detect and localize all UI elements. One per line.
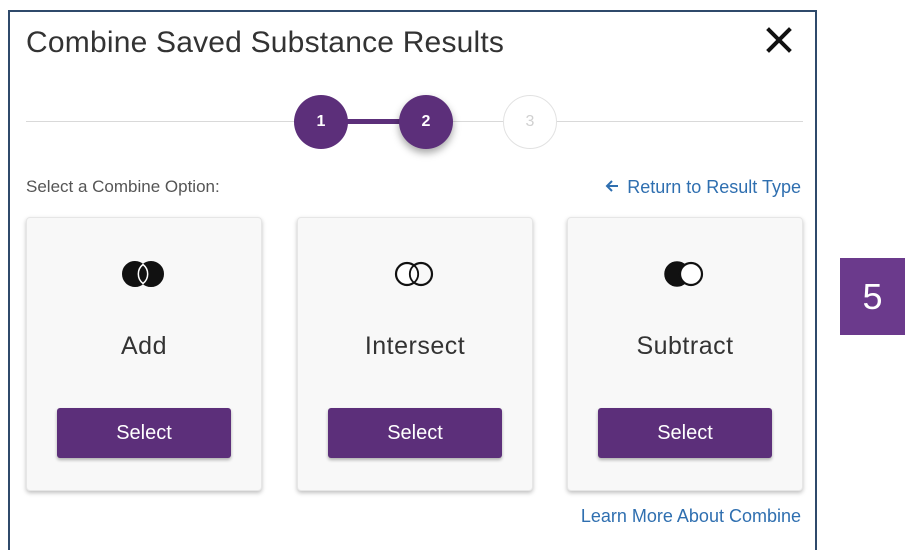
select-intersect-button[interactable]: Select [328, 408, 502, 458]
option-name-intersect: Intersect [364, 332, 466, 360]
return-link-label: Return to Result Type [627, 177, 801, 197]
select-subtract-button[interactable]: Select [598, 408, 772, 458]
return-to-result-type-link[interactable]: Return to Result Type [605, 177, 801, 198]
step-3: 3 [503, 95, 557, 149]
venn-intersect-icon [388, 260, 442, 288]
arrow-left-icon [605, 177, 619, 198]
combine-option-prompt: Select a Combine Option: [26, 177, 220, 196]
close-icon[interactable] [763, 24, 795, 56]
step-1[interactable]: 1 [294, 95, 348, 149]
step-2[interactable]: 2 [399, 95, 453, 149]
option-name-subtract: Subtract [636, 332, 734, 360]
combine-dialog: Combine Saved Substance Results 1 2 3 Se… [8, 10, 817, 550]
select-add-button[interactable]: Select [57, 408, 231, 458]
venn-subtract-icon [658, 260, 712, 288]
stepper: 1 2 3 [26, 90, 803, 152]
option-name-add: Add [121, 332, 167, 360]
option-card-subtract: Subtract Select [567, 217, 803, 491]
dialog-title: Combine Saved Substance Results [26, 26, 505, 59]
step-number-badge: 5 [840, 258, 905, 335]
learn-more-link[interactable]: Learn More About Combine [581, 506, 801, 527]
option-card-intersect: Intersect Select [297, 217, 533, 491]
venn-add-icon [117, 260, 171, 288]
option-card-add: Add Select [26, 217, 262, 491]
